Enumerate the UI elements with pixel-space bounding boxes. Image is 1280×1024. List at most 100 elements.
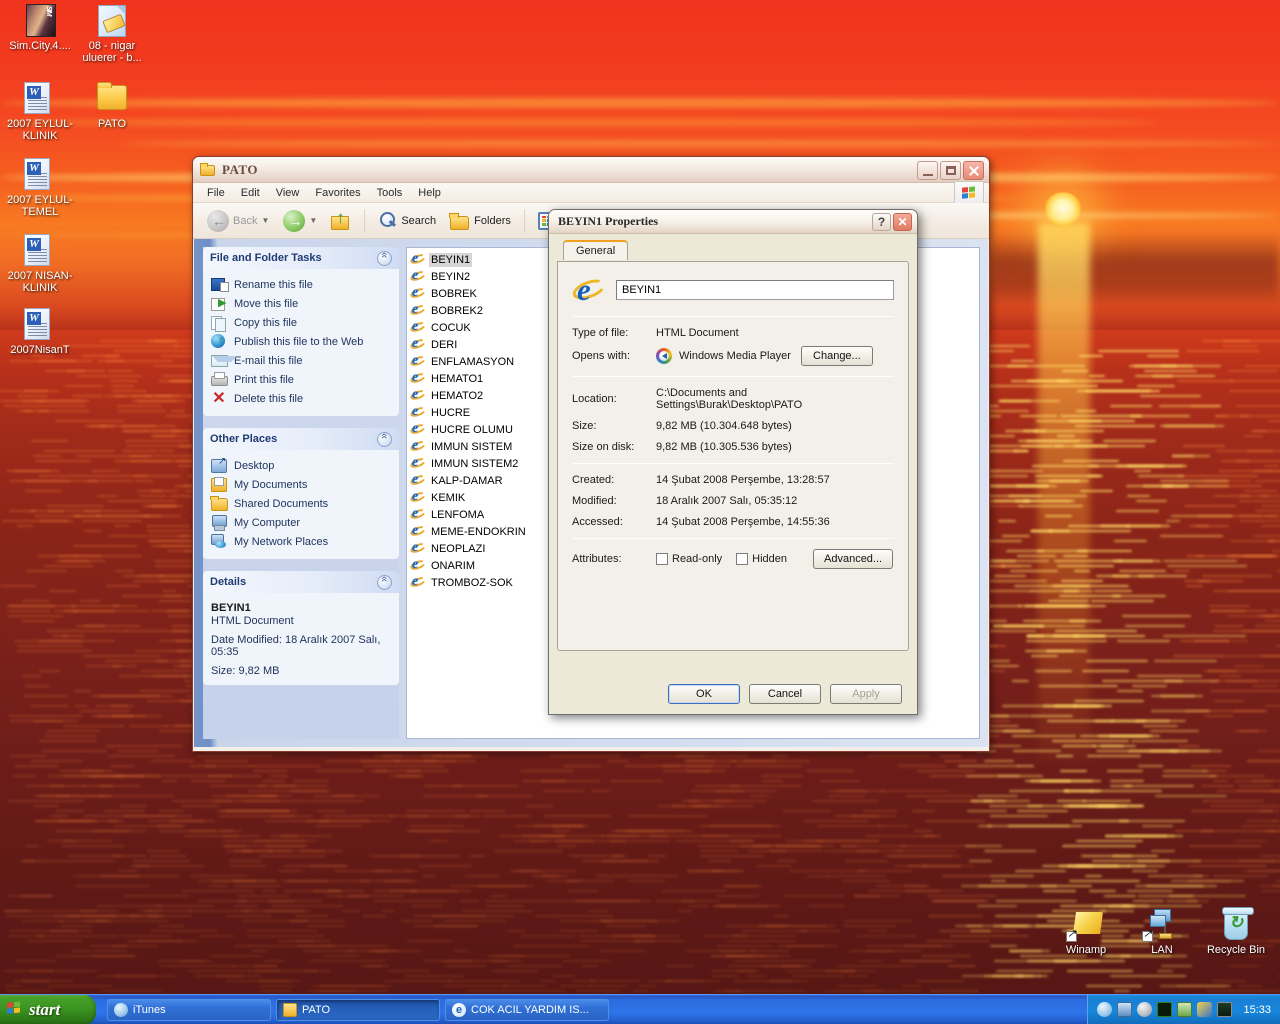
wallpaper-cloudbank [990,232,1280,306]
tab-general[interactable]: General [563,240,629,260]
advanced-button[interactable]: Advanced... [813,549,894,569]
task-print-this-file[interactable]: Print this file [211,370,391,389]
desktop-icon-2007-eylul-klinik[interactable]: 2007 EYLUL-KLINIK [2,82,78,142]
menu-edit[interactable]: Edit [233,185,268,201]
up-button[interactable] [325,208,357,233]
word-document-icon [2,82,78,116]
disc-tray-icon[interactable] [1137,1002,1153,1017]
network-tray-icon[interactable] [1117,1002,1133,1017]
start-button[interactable]: start [0,994,96,1024]
desktop-icon-recycle-bin[interactable]: Recycle Bin [1198,907,1274,956]
file-name: HEMATO1 [431,372,484,385]
desktop-icon-nigar-uluerer[interactable]: 08 - nigar uluerer - b... [74,4,150,64]
desktop-icon-2007-nisan-klinik[interactable]: 2007 NISAN-KLINIK [2,234,78,294]
chevron-down-icon[interactable]: ▼ [261,216,269,225]
recycle-bin-icon [1198,907,1274,942]
desktop-icon-2007-eylul-temel[interactable]: 2007 EYLUL-TEMEL [2,158,78,218]
apply-button[interactable]: Apply [830,684,902,704]
internet-explorer-icon: e [409,524,427,539]
move-icon [211,296,227,311]
place-desktop[interactable]: Desktop [211,456,391,475]
file-name: KALP-DAMAR [431,474,503,487]
collapse-chevron-icon[interactable] [377,431,392,447]
desktop-icon-2007nisant[interactable]: 2007NisanT [2,308,78,356]
taskbar-clock[interactable]: 15:33 [1243,1004,1271,1016]
menu-favorites[interactable]: Favorites [307,185,368,201]
place-my-documents[interactable]: My Documents [211,475,391,494]
windows-logo-button[interactable] [954,181,984,205]
task-copy-this-file[interactable]: Copy this file [211,313,391,332]
my-network-places-icon [211,534,227,549]
desktop-icon [211,456,227,473]
task-delete-this-file[interactable]: ✕ Delete this file [211,389,391,408]
menu-tools[interactable]: Tools [369,185,411,201]
panel-header[interactable]: File and Folder Tasks [203,247,399,269]
close-button[interactable]: ✕ [893,213,912,231]
desktop[interactable]: Sim.City.4.... 08 - nigar uluerer - b...… [0,0,1280,1024]
panel-header[interactable]: Details [203,571,399,593]
chevron-down-icon[interactable]: ▼ [309,216,317,225]
internet-explorer-icon: e [409,388,427,403]
place-shared-documents[interactable]: Shared Documents [210,494,391,513]
explorer-title-bar[interactable]: PATO [193,157,989,183]
ok-button[interactable]: OK [668,684,740,704]
search-button[interactable]: Search [372,208,442,233]
task-email-this-file[interactable]: E-mail this file [211,351,391,370]
internet-explorer-icon: e [409,439,427,454]
folders-button[interactable]: Folders [444,209,517,233]
cancel-button[interactable]: Cancel [749,684,821,704]
taskbar-task-button[interactable]: iTunes [107,998,271,1021]
shield-tray-icon[interactable] [1177,1002,1193,1017]
nvidia-tray-icon[interactable] [1157,1002,1173,1017]
task-move-this-file[interactable]: Move this file [211,294,391,313]
desktop-icon-lan[interactable]: LAN [1124,908,1200,956]
back-button[interactable]: ← Back ▼ [201,207,275,235]
desktop-icon-simcity[interactable]: Sim.City.4.... [2,4,78,52]
file-name: MEME-ENDOKRIN [431,525,526,538]
hidden-checkbox[interactable] [736,553,749,565]
help-button[interactable]: ? [872,213,891,231]
location-value: C:\Documents and Settings\Burak\Desktop\… [656,387,803,411]
desktop-icon-pato-folder[interactable]: PATO [74,82,150,130]
place-my-network-places[interactable]: My Network Places [211,532,391,551]
dialog-controls: ? ✕ [872,213,912,231]
place-my-computer[interactable]: My Computer [211,513,391,532]
task-publish-this-file-to-the-web[interactable]: Publish this file to the Web [211,332,391,351]
collapse-chevron-icon[interactable] [377,250,392,266]
place-label: My Computer [234,516,301,529]
internet-explorer-icon: e [409,354,427,369]
menu-view[interactable]: View [268,185,308,201]
created-label: Created: [572,474,615,486]
file-and-folder-tasks-panel: File and Folder Tasks Rename this file M… [203,247,399,416]
forward-button[interactable]: → ▼ [277,207,323,235]
collapse-chevron-icon[interactable] [377,574,392,590]
shared-documents-icon [210,496,228,511]
readonly-checkbox[interactable] [656,553,668,565]
other-places-panel: Other Places Desktop My Documents [203,428,399,559]
close-button[interactable] [963,161,984,180]
menu-file[interactable]: File [199,185,233,201]
desktop-icon-winamp[interactable]: Winamp [1048,908,1124,956]
itunes-tray-icon[interactable] [1097,1002,1113,1017]
task-rename-this-file[interactable]: Rename this file [211,275,391,294]
internet-explorer-icon: e [409,303,427,318]
dialog-tab-strip[interactable]: General [557,240,909,260]
dialog-title-bar[interactable]: BEYIN1 Properties ? ✕ [549,210,917,234]
panel-header[interactable]: Other Places [203,428,399,450]
taskbar-task-button[interactable]: PATO [276,998,440,1021]
monitor-tray-icon[interactable] [1217,1002,1233,1017]
properties-dialog[interactable]: BEYIN1 Properties ? ✕ General e BEYIN1 T… [548,209,918,715]
maximize-button[interactable] [940,161,961,180]
taskbar[interactable]: start iTunes PATO e COK ACIL YARDIM IS... 1… [0,994,1280,1024]
explorer-menu-bar[interactable]: File Edit View Favorites Tools Help [193,183,989,203]
search-icon [378,211,397,230]
filename-input[interactable]: BEYIN1 [616,280,894,300]
taskbar-task-button[interactable]: e COK ACIL YARDIM IS... [445,998,609,1021]
phone-tray-icon[interactable] [1197,1002,1213,1017]
minimize-button[interactable] [917,161,938,180]
file-name: BOBREK [431,287,477,300]
system-tray[interactable]: 15:33 [1087,994,1280,1024]
change-button[interactable]: Change... [800,346,873,366]
windows-flag-icon [7,1001,24,1018]
menu-help[interactable]: Help [410,185,449,201]
